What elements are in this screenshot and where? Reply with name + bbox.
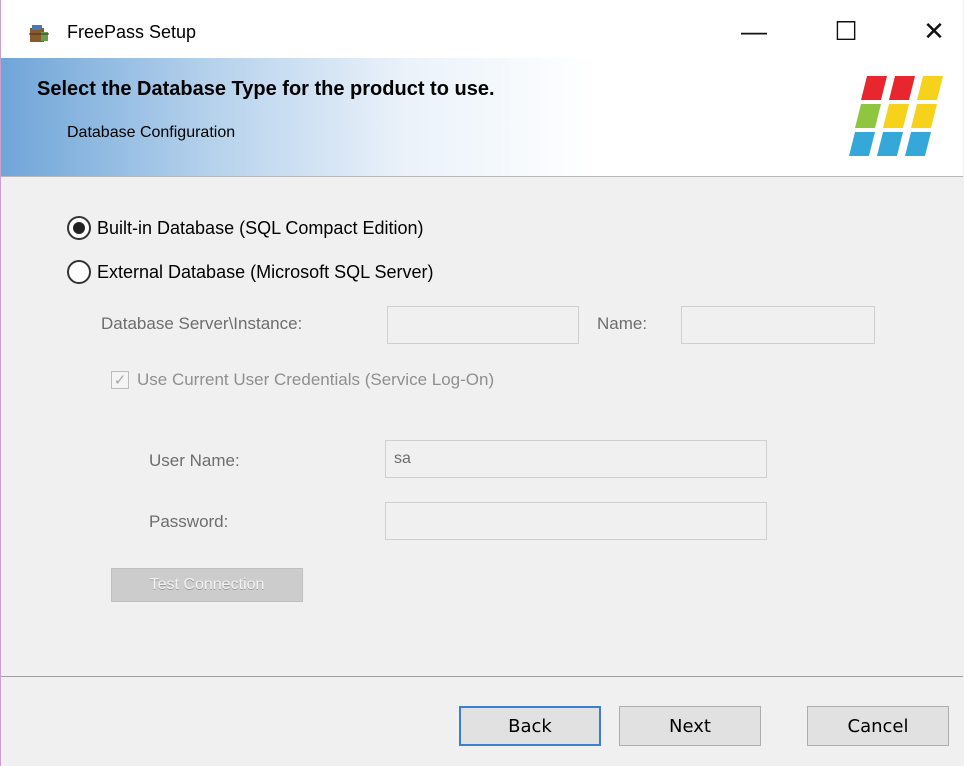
radio-builtin-indicator[interactable] bbox=[67, 216, 91, 240]
checkbox-check-icon[interactable]: ✓ bbox=[111, 371, 129, 389]
next-button[interactable]: Next bbox=[619, 706, 761, 746]
use-credentials-label: Use Current User Credentials (Service Lo… bbox=[137, 370, 495, 389]
server-instance-input[interactable] bbox=[387, 306, 579, 344]
radio-builtin-database[interactable]: Built-in Database (SQL Compact Edition) bbox=[67, 216, 423, 240]
radio-external-label: External Database (Microsoft SQL Server) bbox=[97, 261, 434, 282]
logo-tile bbox=[917, 76, 943, 100]
window-title: FreePass Setup bbox=[67, 22, 197, 42]
use-credentials-checkbox[interactable]: ✓ Use Current User Credentials (Service … bbox=[111, 370, 494, 390]
logo-tile bbox=[889, 76, 915, 100]
banner-subtitle: Database Configuration bbox=[67, 124, 236, 141]
logo-tile bbox=[883, 104, 909, 128]
cancel-button[interactable]: Cancel bbox=[807, 706, 949, 746]
logo-tile bbox=[911, 104, 937, 128]
logo-tile bbox=[905, 132, 931, 156]
footer-divider bbox=[1, 676, 963, 677]
installer-icon bbox=[29, 25, 49, 42]
radio-builtin-label: Built-in Database (SQL Compact Edition) bbox=[97, 217, 424, 238]
setup-window: FreePass Setup — ☐ ✕ Select the Database… bbox=[0, 0, 964, 766]
name-input[interactable] bbox=[681, 306, 875, 344]
password-input[interactable] bbox=[385, 502, 767, 540]
name-label: Name: bbox=[597, 314, 648, 333]
maximize-icon: ☐ bbox=[834, 15, 858, 46]
close-button[interactable]: ✕ bbox=[911, 8, 957, 54]
title-bar: FreePass Setup — ☐ ✕ bbox=[1, 0, 963, 58]
password-label: Password: bbox=[149, 512, 229, 531]
minimize-button[interactable]: — bbox=[731, 8, 777, 54]
logo-tile bbox=[877, 132, 903, 156]
logo-tile bbox=[849, 132, 875, 156]
header-banner: Select the Database Type for the product… bbox=[1, 58, 963, 177]
logo-tile bbox=[855, 104, 881, 128]
radio-external-indicator[interactable] bbox=[67, 260, 91, 284]
banner-title: Select the Database Type for the product… bbox=[37, 78, 495, 100]
logo-tile bbox=[861, 76, 887, 100]
username-label: User Name: bbox=[149, 451, 240, 470]
maximize-button[interactable]: ☐ bbox=[823, 8, 869, 54]
close-icon: ✕ bbox=[923, 15, 945, 46]
back-button[interactable]: Back bbox=[459, 706, 601, 746]
minimize-icon: — bbox=[741, 15, 767, 46]
server-instance-label: Database Server\Instance: bbox=[101, 314, 303, 333]
test-connection-button[interactable]: Test Connection bbox=[111, 568, 303, 602]
username-input[interactable]: sa bbox=[385, 440, 767, 478]
radio-external-database[interactable]: External Database (Microsoft SQL Server) bbox=[67, 260, 433, 284]
product-logo bbox=[849, 76, 943, 156]
